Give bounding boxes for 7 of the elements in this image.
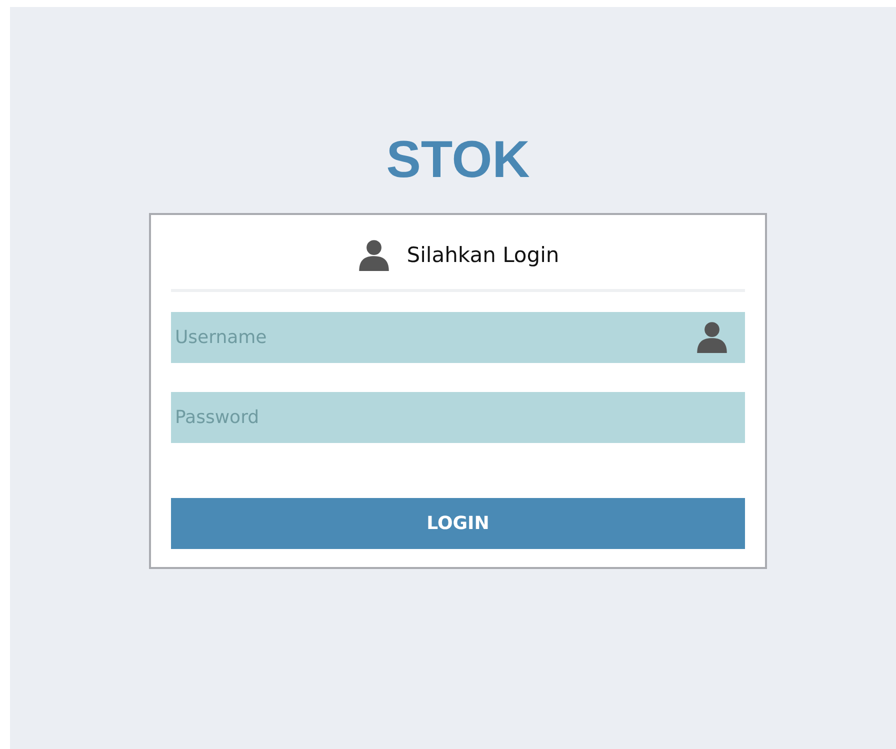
app-title: STOK (386, 131, 530, 189)
user-icon (695, 320, 729, 354)
login-button[interactable]: LOGIN (171, 498, 745, 549)
user-icon (356, 238, 391, 272)
username-field[interactable]: Username (171, 312, 745, 363)
password-field[interactable]: Password (171, 392, 745, 443)
panel-heading: Silahkan Login (406, 243, 560, 267)
